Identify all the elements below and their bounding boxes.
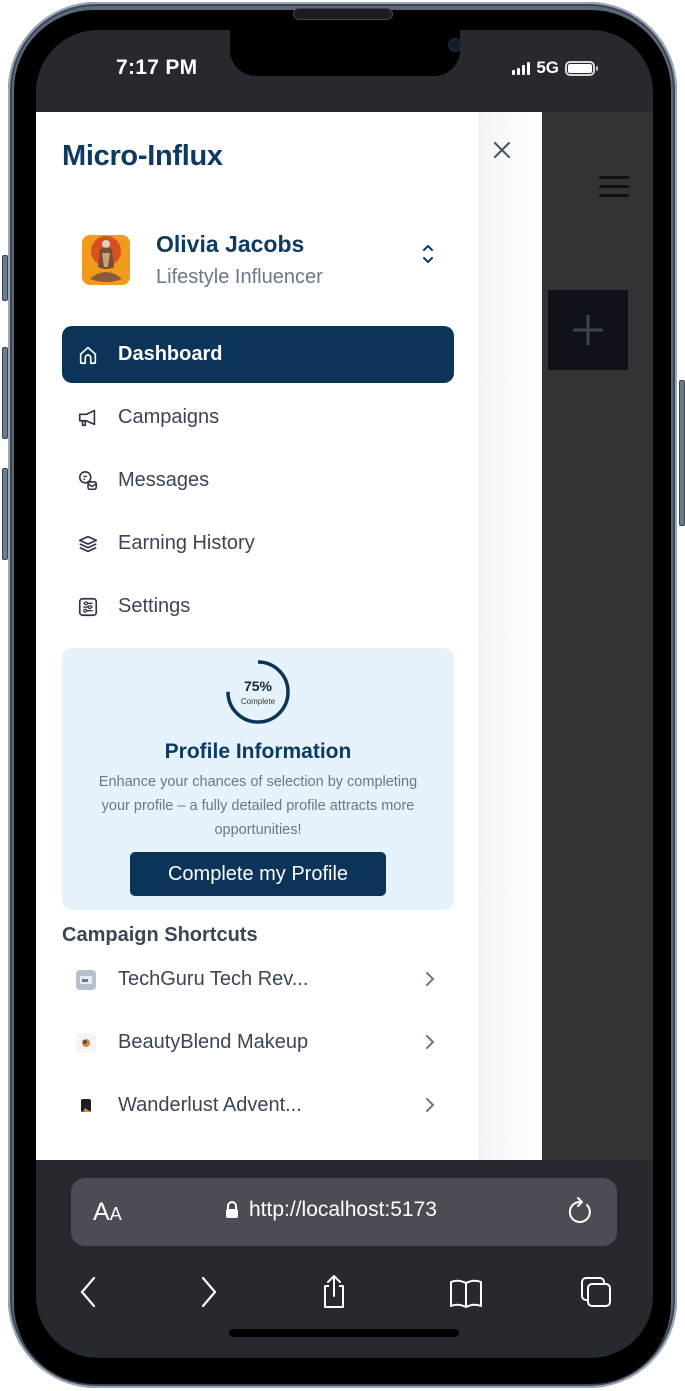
sidebar-item-campaigns[interactable]: Campaigns xyxy=(62,389,454,446)
account-switcher-button[interactable] xyxy=(418,240,438,268)
avatar xyxy=(82,235,130,285)
network-type: 5G xyxy=(536,58,559,77)
shortcuts-heading: Campaign Shortcuts xyxy=(62,924,258,946)
earpiece-speaker xyxy=(293,8,393,20)
url-display[interactable]: http://localhost:5173 xyxy=(225,1198,437,1222)
hamburger-icon[interactable] xyxy=(599,176,629,203)
share-button[interactable] xyxy=(314,1270,354,1314)
reload-icon xyxy=(568,1197,591,1223)
signal-icon xyxy=(512,61,531,75)
chevron-up-down-icon xyxy=(423,245,433,263)
progress-ring: 75% Complete xyxy=(224,658,292,726)
chat-bubbles-icon xyxy=(76,469,100,493)
app-viewport: Micro-Influx Olivia Jacobs Lifestyle Inf… xyxy=(36,112,653,1160)
share-icon xyxy=(324,1275,344,1308)
shortcut-label: BeautyBlend Makeup xyxy=(118,1031,309,1053)
chevron-right-icon xyxy=(426,1098,435,1112)
user-role: Lifestyle Influencer xyxy=(156,266,323,288)
card-title: Profile Information xyxy=(164,740,352,763)
sidebar-item-earning-history[interactable]: Earning History xyxy=(62,515,454,572)
back-button[interactable] xyxy=(69,1270,109,1314)
sidebar-item-label: Earning History xyxy=(118,532,255,554)
progress-percent: 75% xyxy=(243,678,273,694)
url-text: http://localhost:5173 xyxy=(249,1198,437,1221)
shortcut-label: TechGuru Tech Rev... xyxy=(118,968,309,990)
sidebar-item-messages[interactable]: Messages xyxy=(62,452,454,509)
bookmarks-button[interactable] xyxy=(446,1270,486,1314)
campaign-thumbnail xyxy=(76,969,96,990)
chevron-right-icon xyxy=(426,972,435,986)
complete-profile-button[interactable]: Complete my Profile xyxy=(130,852,386,896)
progress-sublabel: Complete xyxy=(240,697,276,706)
sidebar-item-dashboard[interactable]: Dashboard xyxy=(62,326,454,383)
home-indicator xyxy=(229,1329,459,1337)
close-drawer-button[interactable] xyxy=(490,138,514,162)
card-description: Enhance your chances of selection by com… xyxy=(98,774,418,838)
home-icon xyxy=(76,343,100,367)
brand-logo: Micro-Influx xyxy=(62,140,223,172)
campaign-thumbnail xyxy=(76,1095,96,1116)
sidebar-item-label: Messages xyxy=(118,469,210,491)
forward-button[interactable] xyxy=(188,1270,228,1314)
sidebar-item-label: Settings xyxy=(118,595,191,617)
profile-completion-card: 75% Complete Profile Information Enhance… xyxy=(62,648,454,910)
browser-toolbar xyxy=(36,1270,653,1320)
campaign-shortcuts: TechGuru Tech Rev... BeautyBlend Makeup … xyxy=(62,948,454,1137)
shortcut-item[interactable]: BeautyBlend Makeup xyxy=(62,1011,454,1074)
drawer-edge-shade xyxy=(478,112,542,1160)
close-icon xyxy=(494,142,510,158)
status-time: 7:17 PM xyxy=(116,56,198,79)
shortcut-item[interactable]: TechGuru Tech Rev... xyxy=(62,948,454,1011)
volume-down-button xyxy=(2,468,8,560)
shortcut-item[interactable]: Wanderlust Advent... xyxy=(62,1074,454,1137)
lock-icon xyxy=(226,1201,238,1218)
sidebar-item-label: Dashboard xyxy=(118,343,223,365)
shortcut-label: Wanderlust Advent... xyxy=(118,1094,302,1116)
text-size-button[interactable]: AA xyxy=(93,1198,122,1227)
tabs-icon xyxy=(581,1277,611,1307)
user-name: Olivia Jacobs xyxy=(156,231,305,257)
sliders-icon xyxy=(76,595,100,619)
power-button xyxy=(679,380,685,526)
add-button[interactable] xyxy=(548,290,628,370)
volume-up-button xyxy=(2,347,8,439)
megaphone-icon xyxy=(76,406,100,430)
mute-switch xyxy=(2,255,8,301)
side-drawer: Micro-Influx Olivia Jacobs Lifestyle Inf… xyxy=(36,112,542,1160)
battery-icon xyxy=(565,60,598,76)
chevron-left-icon xyxy=(80,1276,96,1308)
book-icon xyxy=(450,1279,482,1308)
reload-button[interactable] xyxy=(565,1196,595,1226)
address-bar[interactable]: AA http://localhost:5173 xyxy=(71,1178,617,1246)
campaign-thumbnail xyxy=(76,1032,96,1053)
chevron-right-icon xyxy=(426,1035,435,1049)
sidebar-nav: Dashboard Campaigns Messages Earning His… xyxy=(62,326,454,641)
sidebar-item-settings[interactable]: Settings xyxy=(62,578,454,635)
user-profile[interactable]: Olivia Jacobs Lifestyle Influencer xyxy=(82,228,442,292)
screen: 7:17 PM 5G Micro-Influx Olivia Jacobs Li… xyxy=(36,30,653,1358)
front-camera xyxy=(448,38,462,52)
plus-icon xyxy=(573,315,603,345)
status-indicators: 5G xyxy=(512,58,598,78)
notch xyxy=(230,30,462,76)
layers-icon xyxy=(76,532,100,556)
chevron-right-icon xyxy=(201,1276,217,1308)
tabs-button[interactable] xyxy=(576,1270,616,1314)
sidebar-item-label: Campaigns xyxy=(118,406,220,428)
